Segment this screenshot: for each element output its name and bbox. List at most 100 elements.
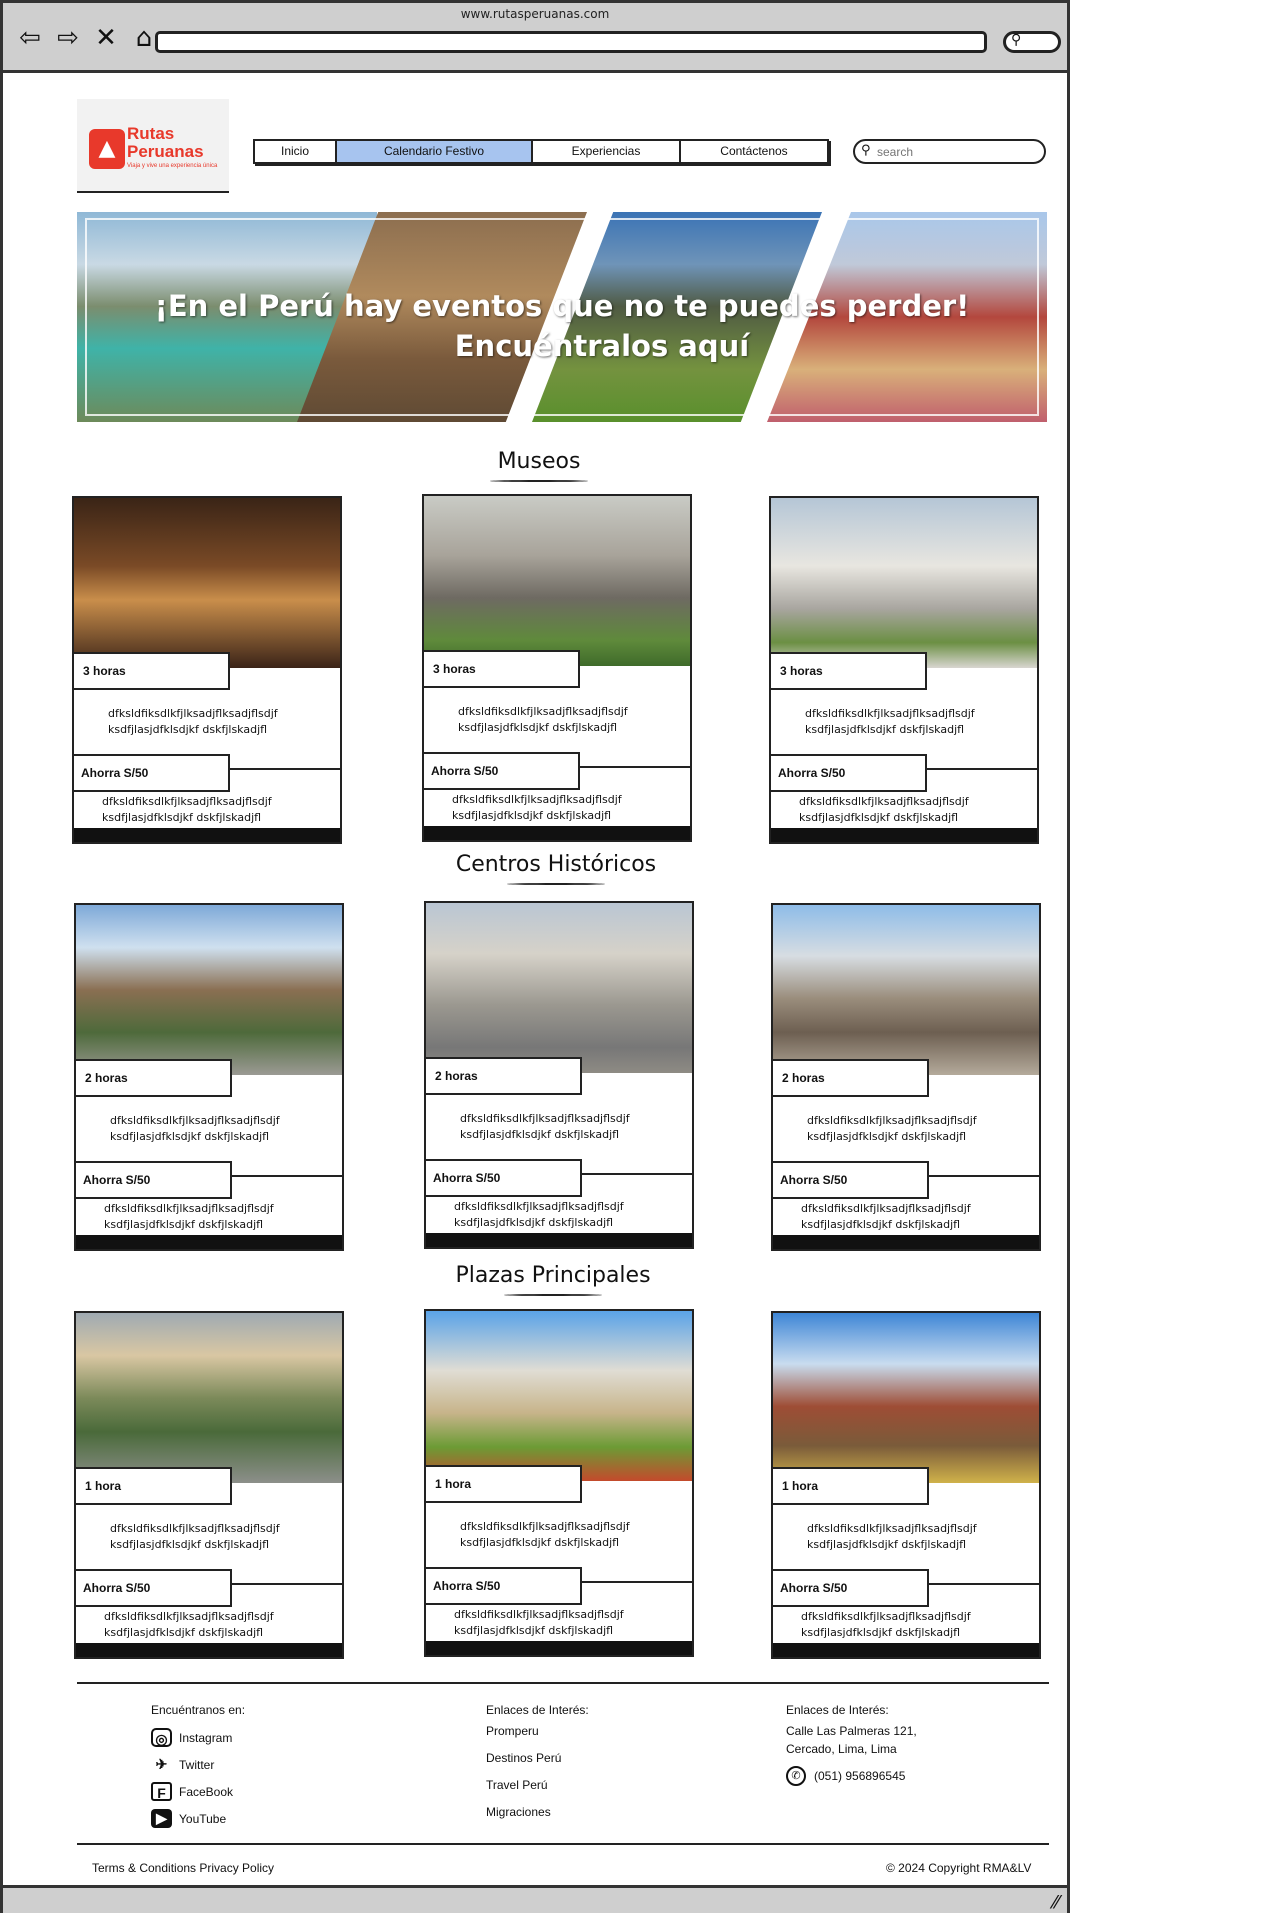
duration-badge: 3 horas bbox=[769, 652, 927, 690]
address-line-2: Cercado, Lima, Lima bbox=[786, 1742, 897, 1756]
card-description-secondary: dfksldfiksdlkfjlksadjflksadjflsdjf ksdfj… bbox=[452, 793, 622, 822]
section-title-text: Plazas Principales bbox=[455, 1263, 651, 1288]
card-footer-bar bbox=[426, 1233, 692, 1247]
duration-badge: 1 hora bbox=[424, 1465, 582, 1503]
card-museo-2[interactable]: 3 horas dfksldfiksdlkfjlksadjflksadjflsd… bbox=[422, 494, 692, 842]
card-plaza-2[interactable]: 1 hora dfksldfiksdlkfjlksadjflksadjflsdj… bbox=[424, 1309, 694, 1657]
card-photo bbox=[773, 905, 1039, 1075]
forward-arrow-icon[interactable]: ⇨ bbox=[53, 25, 83, 51]
social-label: YouTube bbox=[179, 1811, 227, 1826]
price-badge: Ahorra S/50 bbox=[771, 1161, 929, 1199]
section-title-text: Centros Históricos bbox=[455, 852, 657, 877]
card-description: dfksldfiksdlkfjlksadjflksadjflsdjf ksdfj… bbox=[807, 1522, 977, 1551]
duration-badge: 2 horas bbox=[424, 1057, 582, 1095]
address-bar[interactable] bbox=[155, 31, 987, 53]
section-title-centros-historicos: Centros Históricos bbox=[423, 852, 689, 885]
duration-badge: 3 horas bbox=[72, 652, 230, 690]
browser-status-bar: ⁄⁄ bbox=[3, 1885, 1067, 1913]
card-description: dfksldfiksdlkfjlksadjflksadjflsdjf ksdfj… bbox=[460, 1520, 630, 1549]
social-link-twitter[interactable]: ✈ Twitter bbox=[151, 1751, 245, 1778]
duration-badge: 2 horas bbox=[771, 1059, 929, 1097]
hero-banner[interactable]: ¡En el Perú hay eventos que no te puedes… bbox=[77, 212, 1047, 422]
menu-item-experiencias[interactable]: Experiencias bbox=[533, 141, 681, 162]
card-description: dfksldfiksdlkfjlksadjflksadjflsdjf ksdfj… bbox=[460, 1112, 630, 1141]
title-underline bbox=[507, 883, 605, 885]
search-input[interactable] bbox=[877, 143, 1037, 160]
price-badge: Ahorra S/50 bbox=[424, 1567, 582, 1605]
card-photo bbox=[771, 498, 1037, 668]
browser-toolbar: www.rutasperuanas.com ⇦ ⇨ ✕ ⌂ ⚲ bbox=[3, 3, 1067, 73]
resize-handle-icon[interactable]: ⁄⁄ bbox=[1053, 1892, 1059, 1913]
social-label: Instagram bbox=[179, 1730, 233, 1745]
social-link-facebook[interactable]: F FaceBook bbox=[151, 1778, 245, 1805]
footer-social-title: Encuéntranos en: bbox=[151, 1703, 246, 1717]
footer-link-promperu[interactable]: Promperu bbox=[486, 1724, 589, 1751]
duration-badge: 2 horas bbox=[74, 1059, 232, 1097]
card-footer-bar bbox=[426, 1641, 692, 1655]
section-title-text: Museos bbox=[497, 449, 581, 474]
browser-search-box[interactable]: ⚲ bbox=[1003, 31, 1061, 53]
title-underline bbox=[504, 1294, 602, 1296]
social-link-youtube[interactable]: ▶ YouTube bbox=[151, 1805, 245, 1832]
hero-headline: ¡En el Perú hay eventos que no te puedes… bbox=[77, 286, 1047, 366]
card-centro-3[interactable]: 2 horas dfksldfiksdlkfjlksadjflksadjflsd… bbox=[771, 903, 1041, 1251]
price-badge: Ahorra S/50 bbox=[74, 1569, 232, 1607]
card-footer-bar bbox=[771, 828, 1037, 842]
social-label: Twitter bbox=[179, 1757, 215, 1772]
menu-item-calendario-festivo[interactable]: Calendario Festivo bbox=[337, 141, 533, 162]
card-photo bbox=[424, 496, 690, 666]
section-title-museos: Museos bbox=[439, 449, 639, 482]
card-description-secondary: dfksldfiksdlkfjlksadjflksadjflsdjf ksdfj… bbox=[801, 1202, 971, 1231]
hero-line-2: Encuéntralos aquí bbox=[454, 329, 750, 363]
price-badge: Ahorra S/50 bbox=[424, 1159, 582, 1197]
mountain-logo-icon: ▲ bbox=[89, 129, 125, 169]
site-search[interactable]: ⚲ bbox=[853, 139, 1046, 164]
hero-line-1: ¡En el Perú hay eventos que no te puedes… bbox=[154, 289, 970, 323]
copyright: © 2024 Copyright RMA&LV bbox=[886, 1861, 1032, 1875]
footer-link-destinos-peru[interactable]: Destinos Perú bbox=[486, 1751, 589, 1778]
card-description-secondary: dfksldfiksdlkfjlksadjflksadjflsdjf ksdfj… bbox=[104, 1202, 274, 1231]
card-description-secondary: dfksldfiksdlkfjlksadjflksadjflsdjf ksdfj… bbox=[454, 1200, 624, 1229]
phone-contact[interactable]: ✆ (051) 956896545 bbox=[786, 1766, 917, 1786]
card-plaza-3[interactable]: 1 hora dfksldfiksdlkfjlksadjflksadjflsdj… bbox=[771, 1311, 1041, 1659]
footer-link-travel-peru[interactable]: Travel Perú bbox=[486, 1778, 589, 1805]
facebook-icon: F bbox=[151, 1782, 172, 1801]
youtube-icon: ▶ bbox=[151, 1809, 172, 1828]
card-museo-3[interactable]: 3 horas dfksldfiksdlkfjlksadjflksadjflsd… bbox=[769, 496, 1039, 844]
url-caption: www.rutasperuanas.com bbox=[460, 7, 610, 21]
card-photo bbox=[426, 1311, 692, 1481]
card-plaza-1[interactable]: 1 hora dfksldfiksdlkfjlksadjflksadjflsdj… bbox=[74, 1311, 344, 1659]
card-description: dfksldfiksdlkfjlksadjflksadjflsdjf ksdfj… bbox=[805, 707, 975, 736]
back-arrow-icon[interactable]: ⇦ bbox=[15, 25, 45, 51]
logo-title-line1: Rutas bbox=[127, 124, 175, 143]
footer-bottom-divider bbox=[77, 1843, 1049, 1845]
logo-title: Rutas Peruanas bbox=[127, 125, 204, 161]
footer-links-column: Enlaces de Interés: Promperu Destinos Pe… bbox=[486, 1703, 589, 1832]
social-link-instagram[interactable]: ◎ Instagram bbox=[151, 1724, 245, 1751]
legal-links[interactable]: Terms & Conditions Privacy Policy bbox=[92, 1861, 274, 1875]
instagram-icon: ◎ bbox=[151, 1728, 172, 1747]
site-logo[interactable]: ▲ Rutas Peruanas Viaja y vive una experi… bbox=[77, 99, 229, 193]
price-badge: Ahorra S/50 bbox=[771, 1569, 929, 1607]
card-centro-2[interactable]: 2 horas dfksldfiksdlkfjlksadjflksadjflsd… bbox=[424, 901, 694, 1249]
footer-contact-title: Enlaces de Interés: bbox=[786, 1703, 889, 1717]
footer-top-divider bbox=[77, 1682, 1049, 1684]
card-description-secondary: dfksldfiksdlkfjlksadjflksadjflsdjf ksdfj… bbox=[454, 1608, 624, 1637]
menu-item-contactenos[interactable]: Contáctenos bbox=[681, 141, 827, 162]
browser-window: www.rutasperuanas.com ⇦ ⇨ ✕ ⌂ ⚲ ▲ Rutas … bbox=[0, 0, 1070, 1913]
main-menu: Inicio Calendario Festivo Experiencias C… bbox=[253, 139, 829, 164]
card-description: dfksldfiksdlkfjlksadjflksadjflsdjf ksdfj… bbox=[108, 707, 278, 736]
whatsapp-icon: ✆ bbox=[786, 1766, 806, 1786]
card-footer-bar bbox=[773, 1235, 1039, 1249]
footer-links-title: Enlaces de Interés: bbox=[486, 1703, 589, 1717]
card-description: dfksldfiksdlkfjlksadjflksadjflsdjf ksdfj… bbox=[458, 705, 628, 734]
card-description: dfksldfiksdlkfjlksadjflksadjflsdjf ksdfj… bbox=[807, 1114, 977, 1143]
close-x-icon[interactable]: ✕ bbox=[91, 25, 121, 51]
card-museo-1[interactable]: 3 horas dfksldfiksdlkfjlksadjflksadjflsd… bbox=[72, 496, 342, 844]
footer-link-migraciones[interactable]: Migraciones bbox=[486, 1805, 589, 1832]
twitter-icon: ✈ bbox=[155, 1756, 168, 1772]
menu-item-inicio[interactable]: Inicio bbox=[255, 141, 337, 162]
footer-contact-column: Enlaces de Interés: Calle Las Palmeras 1… bbox=[786, 1703, 917, 1786]
card-centro-1[interactable]: 2 horas dfksldfiksdlkfjlksadjflksadjflsd… bbox=[74, 903, 344, 1251]
price-badge: Ahorra S/50 bbox=[769, 754, 927, 792]
